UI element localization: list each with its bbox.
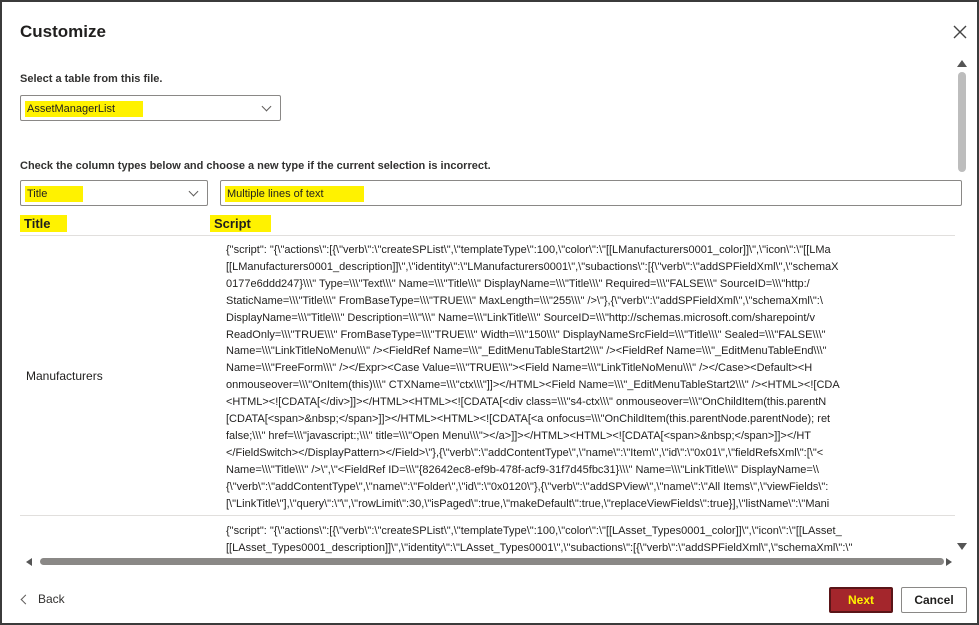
chevron-down-icon bbox=[188, 186, 199, 197]
row-title-cell: Manufacturers bbox=[26, 369, 103, 383]
column-header-script: Script bbox=[210, 215, 271, 232]
script-line: onmouseover=\\\"OnItem(this)\\\" CTXName… bbox=[226, 379, 840, 392]
table-row: Manufacturers {"script": "{\"actions\":[… bbox=[20, 236, 955, 516]
scroll-right-icon[interactable] bbox=[946, 558, 952, 566]
script-line: [[LManufacturers0001_description]]\",\"i… bbox=[226, 260, 839, 273]
script-column-type-value: Multiple lines of text bbox=[225, 186, 364, 202]
column-types-label: Check the column types below and choose … bbox=[20, 160, 491, 172]
script-line: [[LAsset_Types0001_description]]\",\"ide… bbox=[226, 541, 853, 554]
script-line: StaticName=\\\"Title\\\" FromBaseType=\\… bbox=[226, 294, 823, 307]
script-line: 0177e6ddd247}\\\" Type=\\\"Text\\\" Name… bbox=[226, 277, 810, 290]
script-line: {"script": "{\"actions\":[{\"verb\":\"cr… bbox=[226, 244, 831, 256]
script-line: DisplayName=\\\"Title\\\" Description=\\… bbox=[226, 311, 815, 324]
script-line: Name=\\\"LinkTitleNoMenu\\\" /><FieldRef… bbox=[226, 345, 827, 358]
scroll-up-icon[interactable] bbox=[957, 60, 967, 67]
table-select-value: AssetManagerList bbox=[25, 101, 144, 117]
title-column-type-dropdown[interactable]: Title bbox=[20, 180, 208, 206]
script-line: <HTML><![CDATA[</div>]]></HTML><HTML><![… bbox=[226, 396, 827, 409]
table-select-dropdown[interactable]: AssetManagerList bbox=[20, 95, 281, 121]
script-line: </FieldSwitch></DisplayPattern></Field>\… bbox=[226, 446, 824, 459]
script-line: Name=\\\"Title\\\" />\",\"<FieldRef ID=\… bbox=[226, 463, 819, 476]
vertical-scrollbar[interactable] bbox=[955, 60, 969, 560]
scroll-down-icon[interactable] bbox=[957, 543, 967, 550]
table-row: {"script": "{\"actions\":[{\"verb\":\"cr… bbox=[20, 517, 955, 555]
horizontal-scroll-thumb[interactable] bbox=[40, 558, 944, 565]
close-icon[interactable] bbox=[948, 20, 972, 44]
row-script-cell: {"script": "{\"actions\":[{\"verb\":\"cr… bbox=[226, 523, 955, 555]
back-label: Back bbox=[38, 592, 65, 606]
horizontal-scrollbar[interactable] bbox=[20, 556, 955, 568]
title-column-type-value: Title bbox=[25, 186, 84, 202]
cancel-button[interactable]: Cancel bbox=[901, 587, 967, 613]
script-line: [CDATA[<span>&nbsp;</span>]]></HTML><HTM… bbox=[226, 413, 831, 426]
script-column-type-dropdown[interactable]: Multiple lines of text bbox=[220, 180, 962, 206]
chevron-down-icon bbox=[261, 101, 272, 112]
dialog-title: Customize bbox=[20, 22, 106, 41]
row-script-cell: {"script": "{\"actions\":[{\"verb\":\"cr… bbox=[226, 242, 955, 513]
script-line: {"script": "{\"actions\":[{\"verb\":\"cr… bbox=[226, 525, 842, 537]
script-line: ReadOnly=\\\"TRUE\\\" FromBaseType=\\\"T… bbox=[226, 328, 826, 341]
chevron-left-icon bbox=[20, 594, 31, 604]
table-select-label: Select a table from this file. bbox=[20, 73, 163, 85]
column-header-title: Title bbox=[20, 215, 67, 232]
scroll-left-icon[interactable] bbox=[26, 558, 32, 566]
next-button[interactable]: Next bbox=[829, 587, 893, 613]
script-line: Name=\\\"FreeForm\\\" /></Expr><Case Val… bbox=[226, 362, 813, 375]
customize-dialog: Customize Select a table from this file.… bbox=[0, 0, 979, 625]
script-line: false;\\\" href=\\\"javascript:;\\\" tit… bbox=[226, 429, 811, 442]
back-button[interactable]: Back bbox=[20, 592, 65, 606]
script-line: [\"LinkTitle\"],\"query\":\"\",\"rowLimi… bbox=[226, 497, 830, 510]
vertical-scroll-thumb[interactable] bbox=[958, 72, 966, 172]
script-line: {\"verb\":\"addContentType\",\"name\":\"… bbox=[226, 480, 829, 493]
